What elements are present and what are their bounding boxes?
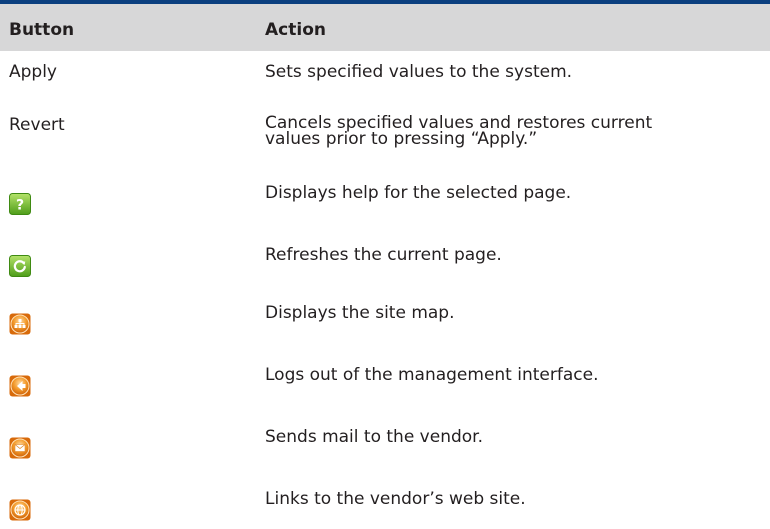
mail-action-text: Sends mail to the vendor.: [265, 427, 483, 447]
table-row: Displays the site map.: [0, 303, 770, 343]
button-reference-table: Button Action Apply Sets specified value…: [0, 0, 770, 529]
header-action: Action: [265, 20, 326, 40]
apply-action-text: Sets specified values to the system.: [265, 62, 573, 82]
table-row: Refreshes the current page.: [0, 245, 770, 285]
mail-icon[interactable]: [9, 437, 31, 459]
header-button: Button: [9, 20, 75, 40]
refresh-icon[interactable]: [9, 255, 31, 277]
help-action-text: Displays help for the selected page.: [265, 183, 572, 203]
table-header-row: Button Action: [0, 4, 770, 51]
table-row: Revert Cancels specified values and rest…: [0, 115, 770, 155]
apply-button-label: Apply: [9, 62, 57, 82]
table-row: ? Displays help for the selected page.: [0, 183, 770, 223]
web-site-action-text: Links to the vendor’s web site.: [265, 489, 526, 509]
logout-action-text: Logs out of the management interface.: [265, 365, 599, 385]
table-row: Apply Sets specified values to the syste…: [0, 62, 770, 92]
table-row: Sends mail to the vendor.: [0, 427, 770, 467]
table-row: Logs out of the management interface.: [0, 365, 770, 405]
logout-icon[interactable]: [9, 375, 31, 397]
table-row: Links to the vendor’s web site.: [0, 489, 770, 529]
refresh-action-text: Refreshes the current page.: [265, 245, 502, 265]
web-site-icon[interactable]: [9, 499, 31, 521]
revert-button-label: Revert: [9, 115, 65, 135]
site-map-icon[interactable]: [9, 313, 31, 335]
svg-text:?: ?: [16, 198, 24, 214]
revert-action-text: Cancels specified values and restores cu…: [265, 115, 765, 149]
revert-action-line-2: values prior to pressing “Apply.”: [265, 129, 538, 149]
help-icon[interactable]: ?: [9, 193, 31, 215]
site-map-action-text: Displays the site map.: [265, 303, 455, 323]
